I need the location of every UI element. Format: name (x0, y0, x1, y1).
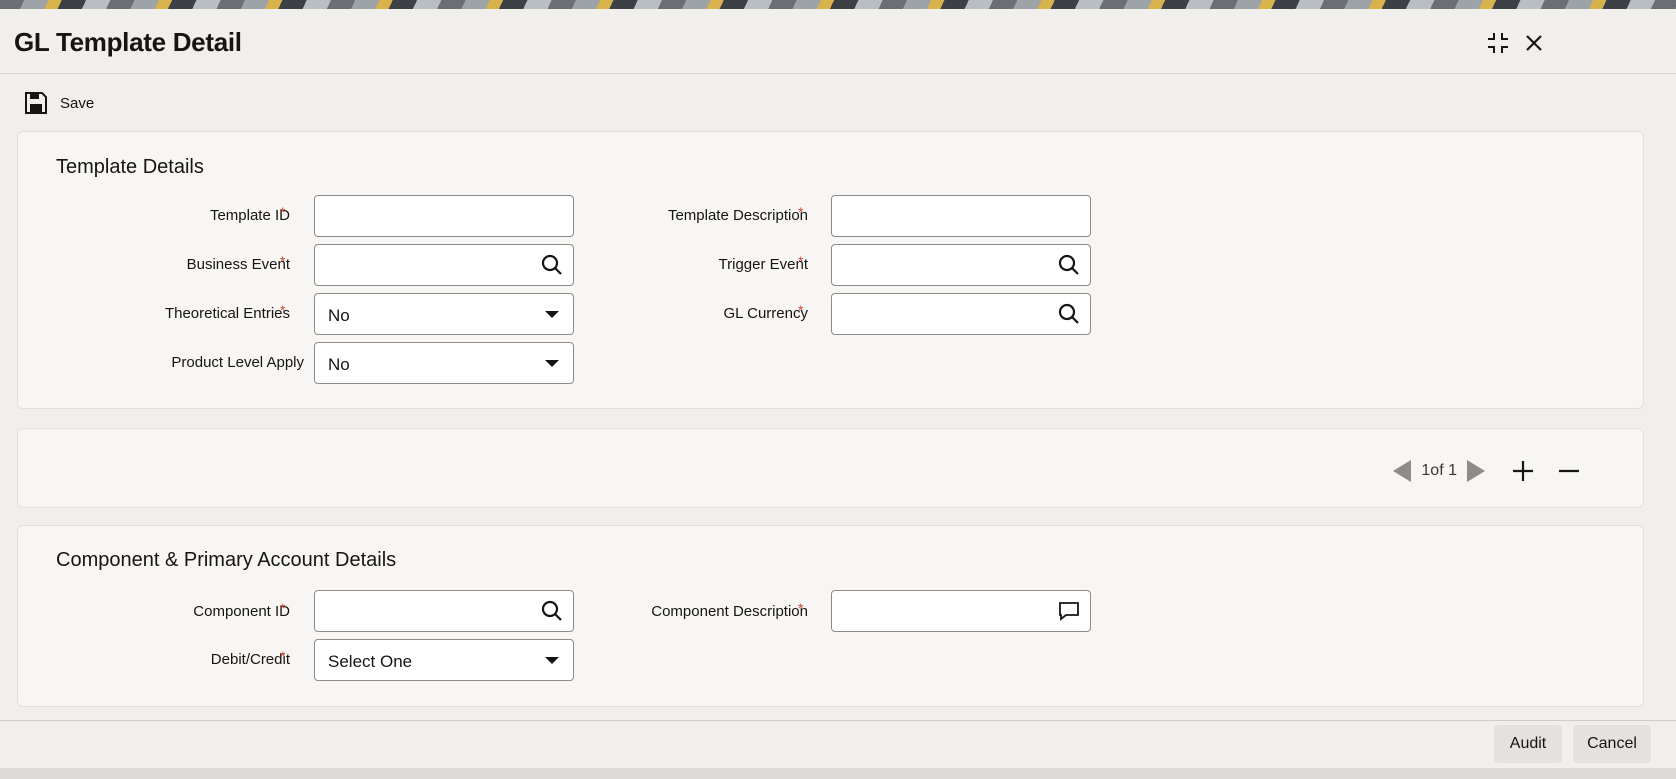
pager-text: 1of 1 (1421, 462, 1457, 479)
pager: 1of 1 (1393, 457, 1583, 485)
remove-row-icon[interactable] (1555, 457, 1583, 485)
window-header: GL Template Detail (0, 9, 1676, 74)
template-description-input[interactable] (831, 195, 1091, 237)
template-id-input[interactable] (314, 195, 574, 237)
search-icon[interactable] (1057, 253, 1081, 277)
previous-page-icon[interactable] (1393, 460, 1412, 482)
theoretical-entries-label: Theoretical Entries (164, 305, 290, 322)
save-button[interactable]: Save (24, 88, 94, 118)
close-icon[interactable] (1520, 29, 1548, 57)
product-level-apply-value: No (328, 355, 350, 374)
gl-currency-field (831, 293, 1091, 335)
search-icon[interactable] (540, 253, 564, 277)
component-description-required: * (798, 600, 804, 616)
maximize-icon[interactable] (1484, 29, 1512, 57)
audit-button[interactable]: Audit (1494, 725, 1562, 763)
trigger-event-field (831, 244, 1091, 286)
component-id-label: Component ID (193, 603, 290, 620)
component-id-input[interactable] (314, 590, 574, 632)
business-event-input[interactable] (314, 244, 574, 286)
theoretical-entries-required: * (280, 302, 286, 318)
chevron-down-icon (545, 657, 559, 664)
chevron-down-icon (545, 360, 559, 367)
gl-currency-input[interactable] (831, 293, 1091, 335)
business-event-field (314, 244, 574, 286)
theoretical-entries-select[interactable]: No (314, 293, 574, 335)
template-details-heading: Template Details (56, 156, 204, 178)
add-row-icon[interactable] (1509, 457, 1537, 485)
template-details-panel: Template Details Template ID * Template … (17, 131, 1644, 409)
theoretical-entries-value: No (328, 306, 350, 325)
search-icon[interactable] (540, 599, 564, 623)
product-level-apply-label: Product Level Apply (171, 354, 304, 371)
component-id-required: * (280, 600, 286, 616)
business-event-required: * (280, 253, 286, 269)
gl-currency-required: * (798, 302, 804, 318)
component-details-heading: Component & Primary Account Details (56, 549, 397, 571)
floppy-disk-icon (25, 92, 47, 114)
business-event-label: Business Event (186, 256, 290, 273)
trigger-event-label: Trigger Event (718, 256, 808, 273)
component-description-input[interactable] (831, 590, 1091, 632)
debit-credit-required: * (280, 648, 286, 664)
comment-icon[interactable] (1057, 599, 1081, 623)
debit-credit-label: Debit/Credit (210, 651, 290, 668)
cancel-button[interactable]: Cancel (1573, 725, 1651, 763)
product-level-apply-select[interactable]: No (314, 342, 574, 384)
trigger-event-required: * (798, 253, 804, 269)
search-icon[interactable] (1057, 302, 1081, 326)
page-title: GL Template Detail (14, 27, 242, 57)
save-label: Save (60, 94, 95, 112)
next-page-icon[interactable] (1467, 460, 1485, 482)
pager-panel: 1of 1 (17, 428, 1644, 508)
gl-currency-label: GL Currency (723, 305, 808, 322)
debit-credit-value: Select One (328, 652, 413, 671)
bottom-strip (0, 768, 1676, 779)
component-description-field (831, 590, 1091, 632)
chevron-down-icon (545, 311, 559, 318)
template-id-required: * (280, 204, 286, 220)
debit-credit-select[interactable]: Select One (314, 639, 574, 681)
component-id-field (314, 590, 574, 632)
template-id-label: Template ID (209, 207, 290, 224)
template-description-label: Template Description (667, 207, 808, 224)
component-details-panel: Component & Primary Account Details Comp… (17, 525, 1644, 707)
template-description-required: * (798, 204, 804, 220)
trigger-event-input[interactable] (831, 244, 1091, 286)
top-banner-stripe (0, 0, 1676, 9)
component-description-label: Component Description (651, 603, 808, 620)
